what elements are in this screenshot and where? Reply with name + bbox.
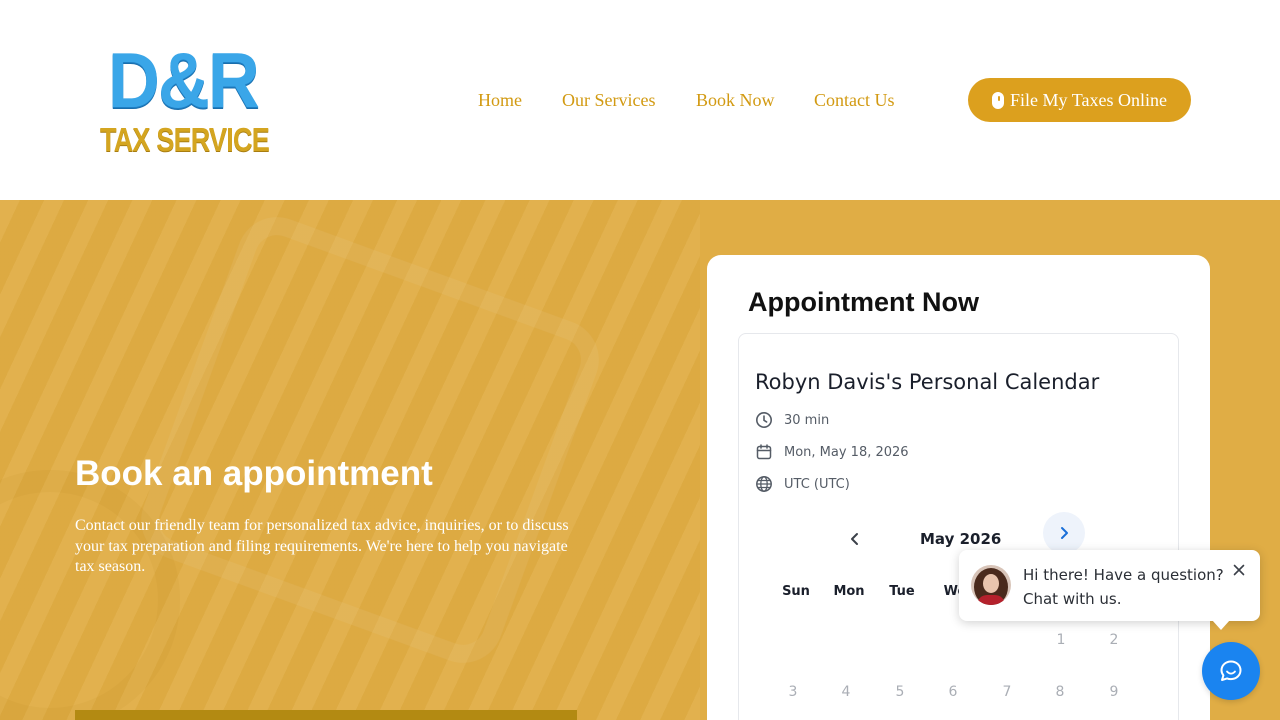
next-month-button[interactable]	[1043, 512, 1085, 554]
calendar-day[interactable]: 4	[826, 684, 866, 700]
calendar-day[interactable]: 1	[1041, 632, 1081, 648]
calendar-day[interactable]: 5	[880, 684, 920, 700]
appointment-heading: Appointment Now	[748, 287, 979, 317]
appointment-card: Appointment Now Robyn Davis's Personal C…	[707, 255, 1210, 720]
hero-form-bar	[75, 710, 577, 720]
nav-contact-us[interactable]: Contact Us	[814, 88, 895, 112]
chevron-right-icon	[1061, 527, 1068, 539]
selected-date-text: Mon, May 18, 2026	[784, 444, 909, 460]
nav-our-services[interactable]: Our Services	[562, 88, 655, 112]
agent-avatar	[971, 565, 1011, 605]
month-label: May 2026	[920, 530, 1002, 548]
close-icon[interactable]	[1230, 561, 1248, 579]
globe-icon	[756, 476, 772, 492]
timezone-text: UTC (UTC)	[784, 476, 850, 492]
timezone-row[interactable]: UTC (UTC)	[755, 475, 850, 493]
dr-tax-service-logo[interactable]: D&R TAX SERVICE	[100, 36, 270, 160]
logo-mark: D&R	[108, 36, 260, 124]
weekday-tue: Tue	[889, 584, 915, 599]
duration-row: 30 min	[755, 411, 829, 429]
clock-icon	[756, 412, 772, 428]
weekday-sun: Sun	[782, 584, 810, 599]
site-header: D&R TAX SERVICE Home Our Services Book N…	[0, 0, 1280, 200]
calendar-day[interactable]: 6	[933, 684, 973, 700]
chevron-left-icon	[851, 533, 858, 545]
chat-greeting-popup[interactable]: Hi there! Have a question? Chat with us.	[959, 550, 1260, 630]
calendar-day[interactable]: 3	[773, 684, 813, 700]
logo-wordmark: TAX SERVICE	[100, 121, 270, 158]
mouse-icon	[992, 91, 1005, 109]
hero-heading: Book an appointment	[75, 454, 433, 493]
calendar-icon	[756, 444, 772, 460]
cta-label: File My Taxes Online	[1010, 89, 1167, 110]
calendar-day[interactable]: 9	[1094, 684, 1134, 700]
file-my-taxes-online-button[interactable]: File My Taxes Online	[968, 78, 1191, 122]
calendar-title: Robyn Davis's Personal Calendar	[755, 370, 1100, 394]
nav-home[interactable]: Home	[478, 88, 522, 112]
weekday-mon: Mon	[833, 584, 865, 599]
duration-text: 30 min	[784, 412, 830, 428]
chat-launcher-button[interactable]	[1202, 642, 1260, 700]
calendar-day[interactable]: 7	[987, 684, 1027, 700]
nav-book-now[interactable]: Book Now	[696, 88, 775, 112]
hero-description: Contact our friendly team for personaliz…	[75, 517, 569, 575]
chat-greeting-line1: Hi there! Have a question?	[1023, 566, 1224, 584]
calendar-day[interactable]: 8	[1040, 684, 1080, 700]
date-row: Mon, May 18, 2026	[755, 443, 909, 461]
chat-bubble-icon	[1220, 660, 1242, 681]
booking-calendar-widget: Robyn Davis's Personal Calendar 30 min M…	[738, 333, 1179, 720]
chat-greeting-text: Hi there! Have a question? Chat with us.	[1023, 563, 1224, 611]
calendar-day[interactable]: 2	[1094, 632, 1134, 648]
chat-greeting-line2: Chat with us.	[1023, 590, 1122, 608]
previous-month-button[interactable]	[840, 524, 870, 554]
